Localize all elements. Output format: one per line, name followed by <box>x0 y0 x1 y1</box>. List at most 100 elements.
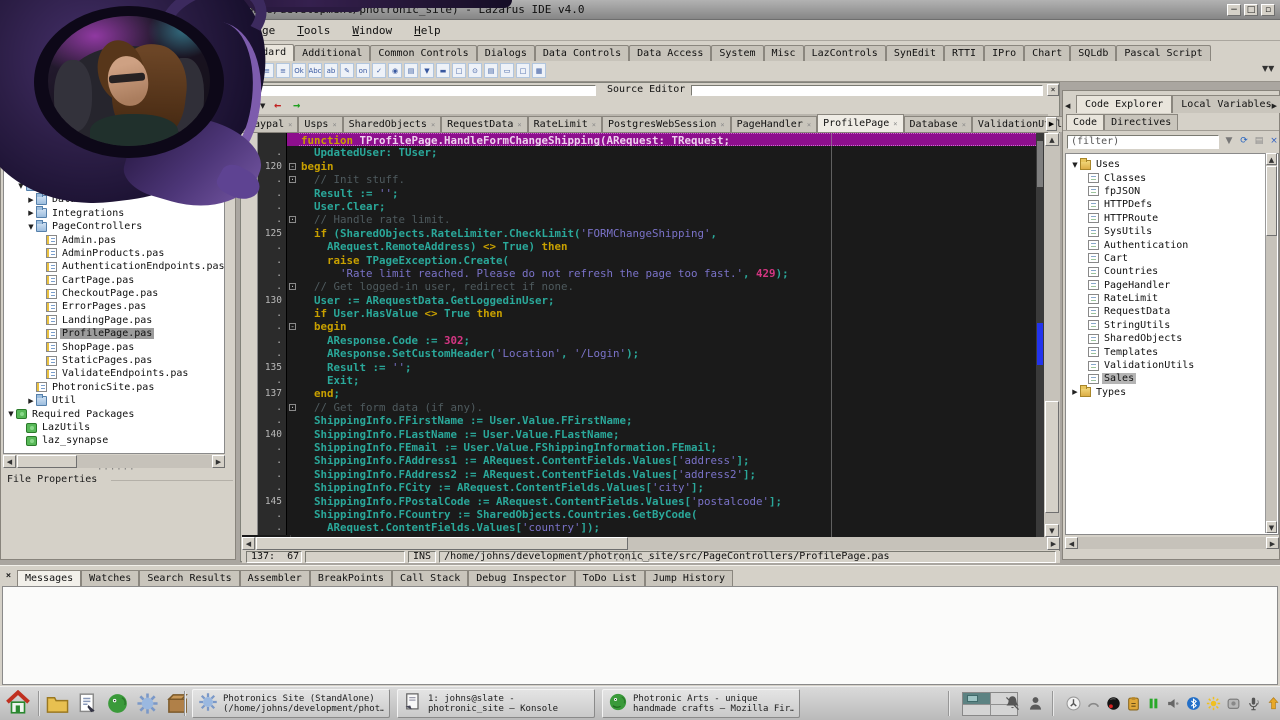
tree-item-errorpages-pas[interactable]: ErrorPages.pas <box>4 300 224 313</box>
tab-local-variables[interactable]: Local Variables <box>1172 95 1280 113</box>
subtab-code[interactable]: Code <box>1066 114 1104 130</box>
editor-close-icon[interactable]: × <box>1047 84 1059 96</box>
tab-close-icon[interactable]: × <box>288 121 292 129</box>
tree-item-httpdefs[interactable]: HTTPDefs <box>1066 198 1278 211</box>
code-text[interactable]: ShippingInfo.FCity := ARequest.ContentFi… <box>299 481 1060 494</box>
editor-tab-usps[interactable]: Usps× <box>298 116 342 132</box>
gutter-fold-area[interactable] <box>286 146 299 159</box>
tree-item-sysutils[interactable]: SysUtils <box>1066 225 1278 238</box>
brightness-tray-icon[interactable] <box>1206 696 1221 711</box>
gutter-fold-area[interactable]: · <box>286 280 299 293</box>
tree-item-validationutils[interactable]: ValidationUtils <box>1066 359 1278 372</box>
media-sphere-tray-icon[interactable] <box>1106 696 1121 711</box>
tabs-scroll-left-icon[interactable]: ◀ <box>1065 102 1070 110</box>
gutter-breakpoint-area[interactable] <box>242 361 258 374</box>
expander-closed-icon[interactable]: ▶ <box>26 196 36 204</box>
tree-item-files[interactable]: ▼Files <box>4 153 224 166</box>
fold-marker-icon[interactable]: · <box>289 176 296 183</box>
gutter-fold-area[interactable] <box>286 267 299 280</box>
messages-tab-messages[interactable]: Messages <box>17 570 81 586</box>
expander-closed-icon[interactable]: ▶ <box>26 397 36 405</box>
palette-tab-synedit[interactable]: SynEdit <box>886 45 944 61</box>
scroll-right-icon[interactable]: ▶ <box>1047 537 1060 550</box>
tab-close-icon[interactable]: × <box>720 121 724 129</box>
gutter-fold-area[interactable] <box>286 495 299 508</box>
editor-vscrollbar[interactable]: ▲ ▼ <box>1044 133 1060 537</box>
tbutton-icon[interactable]: Ok <box>292 63 306 78</box>
gutter-fold-area[interactable] <box>286 334 299 347</box>
tedit-icon[interactable]: ab <box>324 63 338 78</box>
scroll-left-icon[interactable]: ◀ <box>1065 537 1078 549</box>
tree-item-photronicsite-standalone[interactable]: PhotronicSite (StandAlone) <box>4 166 224 179</box>
tab-code-explorer[interactable]: Code Explorer <box>1076 95 1172 113</box>
gutter-fold-area[interactable] <box>286 294 299 307</box>
gutter-breakpoint-area[interactable] <box>242 227 258 240</box>
gutter-breakpoint-area[interactable] <box>242 200 258 213</box>
tree-item-httproute[interactable]: HTTPRoute <box>1066 212 1278 225</box>
gear-launcher-icon[interactable] <box>136 692 159 715</box>
gutter-breakpoint-area[interactable] <box>242 320 258 333</box>
code-text[interactable]: ShippingInfo.FAddress2 := ARequest.Conte… <box>299 468 1060 481</box>
messages-tab-todo-list[interactable]: ToDo List <box>575 570 645 586</box>
gutter-breakpoint-area[interactable] <box>242 294 258 307</box>
gutter-breakpoint-area[interactable] <box>242 481 258 494</box>
tree-item-integrations[interactable]: ▶Integrations <box>4 207 224 220</box>
tree-item-laz-synapse[interactable]: laz_synapse <box>4 434 224 447</box>
code-text[interactable]: ShippingInfo.FAddress1 := ARequest.Conte… <box>299 454 1060 467</box>
scroll-up-icon[interactable]: ▲ <box>1266 153 1277 165</box>
subtab-directives[interactable]: Directives <box>1104 114 1178 130</box>
gutter-breakpoint-area[interactable] <box>242 307 258 320</box>
expander-closed-icon[interactable]: ▶ <box>1070 388 1080 396</box>
jump-back-icon[interactable]: ← <box>274 98 281 112</box>
code-text[interactable]: function TProfilePage.HandleFormChangeSh… <box>299 133 1060 146</box>
scroll-thumb[interactable] <box>17 455 77 468</box>
tree-item-sharedobjects[interactable]: SharedObjects <box>1066 332 1278 345</box>
code-text[interactable]: User := ARequestData.GetLoggedinUser; <box>299 294 1060 307</box>
tree-item-countries[interactable]: Countries <box>1066 265 1278 278</box>
explorer-hscrollbar[interactable]: ◀ ▶ <box>1065 537 1279 549</box>
tree-item-landingpage-pas[interactable]: LandingPage.pas <box>4 314 224 327</box>
menu-window[interactable]: Window <box>341 24 403 37</box>
tlabel-icon[interactable]: Abc <box>308 63 322 78</box>
tab-scroll-right-icon[interactable]: ▶ <box>1046 117 1057 131</box>
gutter-breakpoint-area[interactable] <box>242 173 258 186</box>
code-text[interactable]: User.Clear; <box>299 200 1060 213</box>
package-launcher-icon[interactable] <box>166 692 189 715</box>
messages-tab-search-results[interactable]: Search Results <box>139 570 239 586</box>
expander-closed-icon[interactable]: ▶ <box>26 209 36 217</box>
tree-item-required-packages[interactable]: ▼Required Packages <box>4 407 224 420</box>
panel-close-icon[interactable]: × <box>3 571 14 582</box>
palette-tab-ipro[interactable]: IPro <box>984 45 1024 61</box>
expander-open-icon[interactable]: ▼ <box>16 182 26 190</box>
code-text[interactable]: ShippingInfo.FCountry := SharedObjects.C… <box>299 508 1060 521</box>
bluetooth-tray-icon[interactable] <box>1186 696 1201 711</box>
tactionlist-icon[interactable]: ▦ <box>532 63 546 78</box>
fold-marker-icon[interactable]: - <box>289 163 296 170</box>
gutter-breakpoint-area[interactable] <box>242 280 258 293</box>
code-text[interactable]: if (SharedObjects.RateLimiter.CheckLimit… <box>299 227 1060 240</box>
tree-item-types[interactable]: ▶Types <box>1066 386 1278 399</box>
scroll-down-icon[interactable]: ▼ <box>1045 524 1059 537</box>
tree-item-profilepage-pas[interactable]: ProfilePage.pas <box>4 327 224 340</box>
tree-item-stringutils[interactable]: StringUtils <box>1066 319 1278 332</box>
gutter-fold-area[interactable] <box>286 508 299 521</box>
tab-close-icon[interactable]: × <box>431 121 435 129</box>
messages-tab-jump-history[interactable]: Jump History <box>645 570 733 586</box>
editor-tab-ratelimit[interactable]: RateLimit× <box>528 116 602 132</box>
gutter-breakpoint-area[interactable] <box>242 414 258 427</box>
scroll-thumb[interactable] <box>256 537 628 550</box>
tree-item-lazutils[interactable]: LazUtils <box>4 421 224 434</box>
tree-item-cartpage-pas[interactable]: CartPage.pas <box>4 274 224 287</box>
gutter-breakpoint-area[interactable] <box>242 374 258 387</box>
tab-close-icon[interactable]: × <box>332 121 336 129</box>
code-text[interactable]: 'Rate limit reached. Please do not refre… <box>299 267 1060 280</box>
palette-tab-sqldb[interactable]: SQLdb <box>1070 45 1116 61</box>
gutter-fold-area[interactable] <box>286 428 299 441</box>
gutter-fold-area[interactable] <box>286 387 299 400</box>
code-editor[interactable]: function TProfilePage.HandleFormChangeSh… <box>242 133 1060 537</box>
gutter-fold-area[interactable]: · <box>286 401 299 414</box>
gutter-breakpoint-area[interactable] <box>242 347 258 360</box>
palette-tab-lazcontrols[interactable]: LazControls <box>804 45 886 61</box>
tree-item-ratelimit[interactable]: RateLimit <box>1066 292 1278 305</box>
code-text[interactable]: // Handle rate limit. <box>299 213 1060 226</box>
